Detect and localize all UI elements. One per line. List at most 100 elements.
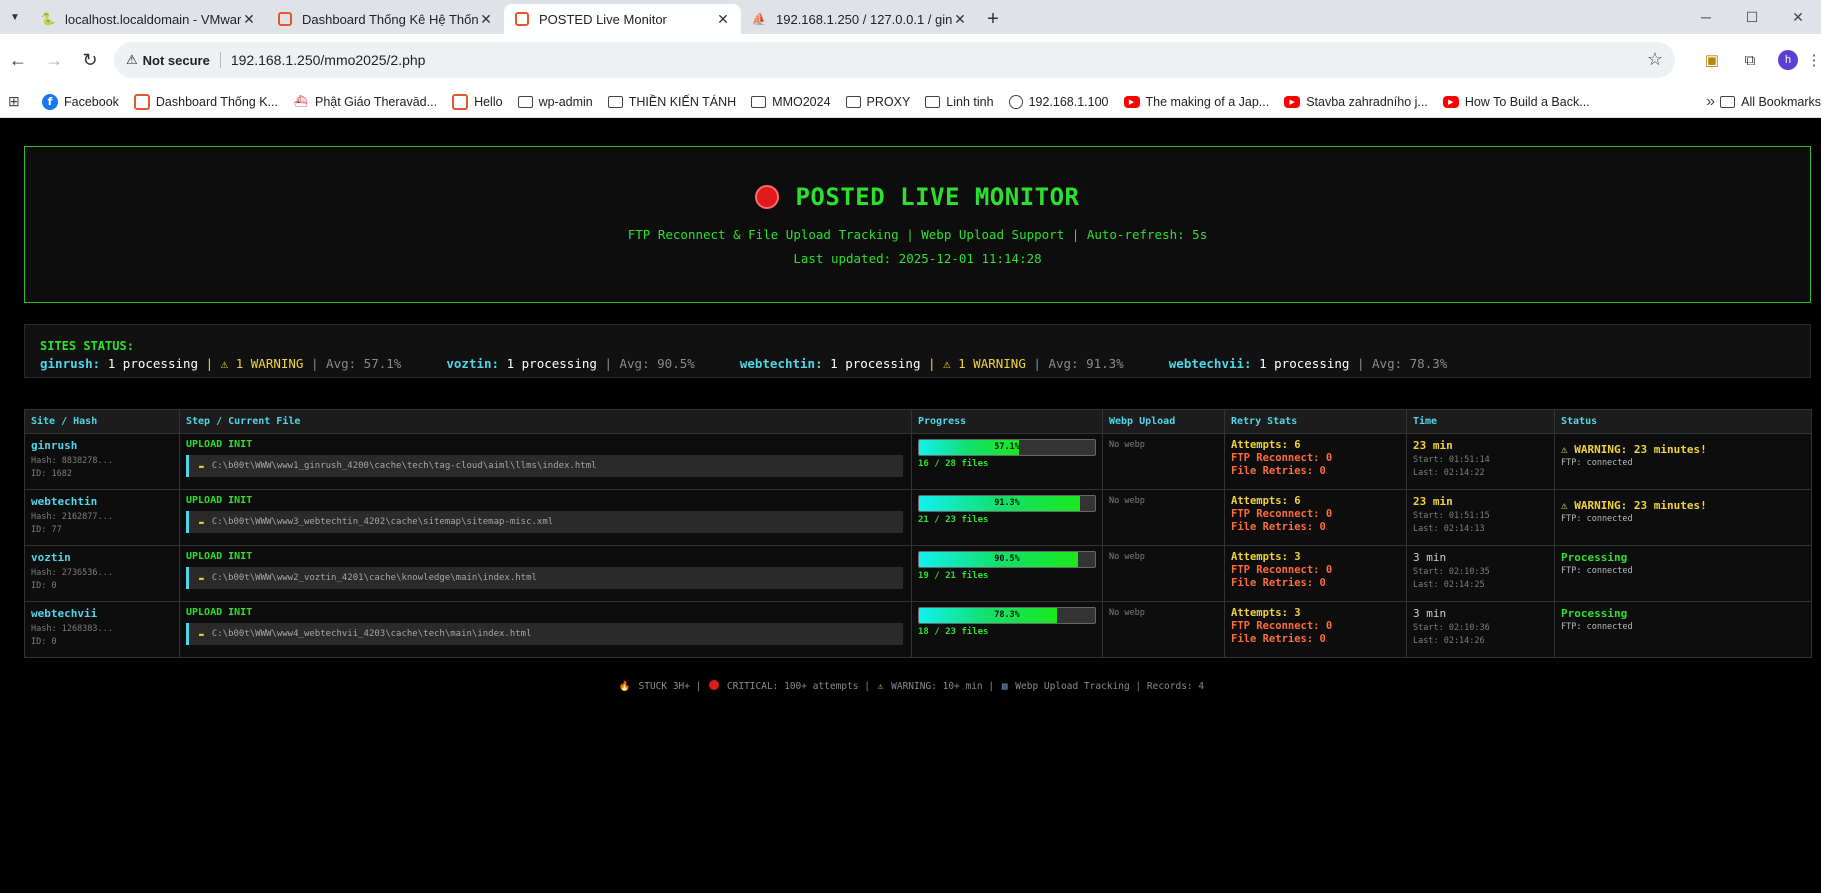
- folder-icon: [1720, 95, 1736, 108]
- security-label[interactable]: Not secure: [143, 53, 210, 68]
- current-file: ▬ C:\b00t\WWW\www3_webtechtin_4202\cache\…: [186, 511, 903, 533]
- close-icon[interactable]: ✕: [478, 11, 494, 28]
- table-row: ginrush Hash: 8838278... ID: 1682 UPLOAD IN…: [24, 433, 1812, 490]
- bookmark-label: Stavba zahradního j...: [1306, 94, 1428, 109]
- url-text[interactable]: 192.168.1.250/mmo2025/2.php: [231, 52, 426, 68]
- ftp-status: FTP: connected: [1561, 622, 1633, 632]
- tab-title: POSTED Live Monitor: [539, 11, 667, 27]
- legend-webp: Webp Upload Tracking: [1015, 681, 1130, 692]
- forward-button[interactable]: →: [36, 42, 72, 78]
- file-retries: File Retries: 0: [1231, 465, 1326, 477]
- all-bookmarks[interactable]: All Bookmarks: [1720, 95, 1821, 109]
- bookmark-item[interactable]: Dashboard Thống K...: [133, 93, 278, 110]
- maximize-icon[interactable]: ☐: [1729, 0, 1775, 34]
- bookmark-item[interactable]: ▶ How To Build a Back...: [1442, 95, 1590, 109]
- close-icon[interactable]: ✕: [952, 11, 968, 28]
- site-status-processing: 1 processing: [506, 356, 597, 371]
- ftp-reconnect: FTP Reconnect: 0: [1231, 452, 1333, 464]
- chevron-down-icon: ▼: [10, 11, 20, 23]
- image-icon: ▧: [1001, 681, 1008, 692]
- back-button[interactable]: ←: [0, 42, 36, 78]
- reload-button[interactable]: ↻: [72, 42, 108, 78]
- bookmark-item[interactable]: ▶ The making of a Jap...: [1123, 95, 1269, 109]
- attempts: Attempts: 3: [1231, 551, 1301, 563]
- current-file: ▬ C:\b00t\WWW\www2_voztin_4201\cache\know…: [186, 567, 903, 589]
- bookmark-item[interactable]: PROXY: [845, 95, 910, 109]
- ftp-reconnect: FTP Reconnect: 0: [1231, 620, 1333, 632]
- globe-icon: [1008, 94, 1023, 109]
- tab-vmware[interactable]: 🐍 localhost.localdomain - VMware ✕: [30, 4, 267, 34]
- bookmark-item[interactable]: 192.168.1.100: [1008, 94, 1109, 109]
- step-cell: UPLOAD INIT ▬ C:\b00t\WWW\www1_ginrush_420…: [179, 433, 912, 490]
- status-text: Processing: [1561, 607, 1628, 620]
- start-time: Start: 01:51:15: [1413, 511, 1490, 521]
- avatar[interactable]: h: [1778, 50, 1798, 70]
- tab-phpmyadmin[interactable]: ⛵ 192.168.1.250 / 127.0.0.1 / ginrush ✕: [741, 4, 978, 34]
- chevron-double-right-icon[interactable]: »: [1706, 93, 1715, 111]
- status-badge: Processing: [1561, 551, 1805, 564]
- tab-search-button[interactable]: ▼: [0, 0, 30, 34]
- bookmark-item[interactable]: MMO2024: [751, 94, 831, 109]
- last-time: Last: 02:14:26: [1413, 636, 1485, 646]
- elapsed-time: 3 min: [1413, 551, 1447, 564]
- sites-status-label: SITES STATUS:: [40, 339, 134, 353]
- divider: |: [988, 681, 1000, 692]
- last-time: Last: 02:14:13: [1413, 524, 1485, 534]
- warning-icon[interactable]: ⚠: [126, 52, 138, 68]
- folder-icon: ▬: [199, 461, 204, 471]
- close-icon[interactable]: ✕: [241, 11, 257, 28]
- tab-posted-live-monitor[interactable]: POSTED Live Monitor ✕: [504, 4, 741, 34]
- bookmark-label: All Bookmarks: [1741, 94, 1821, 109]
- bookmark-item[interactable]: ⛴ Phật Giáo Theravād...: [293, 94, 437, 110]
- tab-dashboard[interactable]: Dashboard Thống Kê Hệ Thống ✕: [267, 4, 504, 34]
- star-icon[interactable]: ☆: [1647, 49, 1663, 70]
- site-cell: webtechtin Hash: 2162877... ID: 77: [24, 489, 180, 546]
- bookmark-item[interactable]: Linh tinh: [925, 95, 994, 109]
- site-status-name: ginrush:: [40, 356, 101, 371]
- minimize-icon[interactable]: ─: [1683, 0, 1729, 34]
- bookmark-label: Dashboard Thống K...: [155, 94, 278, 109]
- site-name[interactable]: webtechtin: [31, 495, 173, 508]
- last-time: Last: 02:14:22: [1413, 468, 1485, 478]
- attempts: Attempts: 6: [1231, 495, 1301, 507]
- retry-cell: Attempts: 6 FTP Reconnect: 0 File Retries:…: [1224, 489, 1407, 546]
- site-name[interactable]: voztin: [31, 551, 173, 564]
- webp-cell: No webp: [1102, 489, 1225, 546]
- site-status-processing: 1 processing: [830, 356, 921, 371]
- site-name[interactable]: ginrush: [31, 439, 173, 452]
- bookmark-item[interactable]: THIỀN KIẾN TÁNH: [607, 95, 736, 109]
- apps-grid-icon[interactable]: ⊞: [8, 93, 28, 110]
- bookmark-label: MMO2024: [772, 94, 831, 109]
- step-label: UPLOAD INIT: [186, 439, 253, 450]
- close-window-icon[interactable]: ✕: [1775, 0, 1821, 34]
- red-circle-icon: [709, 680, 720, 690]
- new-tab-button[interactable]: +: [978, 4, 1008, 34]
- site-id: ID: 0: [31, 637, 57, 647]
- bookmark-item[interactable]: Hello: [452, 93, 503, 110]
- extension-icon[interactable]: ▣: [1693, 51, 1731, 69]
- status-cell: Processing FTP: connected: [1554, 545, 1812, 602]
- close-icon[interactable]: ✕: [715, 11, 731, 28]
- bookmark-label: wp-admin: [538, 94, 593, 109]
- bookmark-label: Hello: [474, 94, 503, 109]
- bookmark-item[interactable]: wp-admin: [517, 94, 593, 109]
- address-bar[interactable]: ⚠ Not secure 192.168.1.250/mmo2025/2.php…: [114, 42, 1675, 78]
- bookmark-label: Facebook: [64, 94, 119, 109]
- more-menu-icon[interactable]: ⋮: [1807, 51, 1821, 69]
- bookmark-item[interactable]: ▶ Stavba zahradního j...: [1284, 95, 1428, 109]
- webp-status: No webp: [1109, 440, 1145, 450]
- bookmark-item[interactable]: f Facebook: [42, 93, 119, 110]
- records-count: Records: 4: [1146, 681, 1205, 692]
- start-time: Start: 02:10:36: [1413, 623, 1490, 633]
- table-row: webtechtin Hash: 2162877... ID: 77 UPLOAD I…: [24, 489, 1812, 546]
- file-path: C:\b00t\WWW\www4_webtechvii_4203\cache\t…: [211, 629, 532, 639]
- site-name[interactable]: webtechvii: [31, 607, 173, 620]
- youtube-icon: ▶: [1442, 95, 1459, 108]
- puzzle-icon[interactable]: ⧉: [1731, 52, 1769, 69]
- warning-icon: ⚠: [877, 681, 884, 692]
- xampp-icon: [514, 11, 530, 27]
- site-hash: Hash: 1268383...: [31, 624, 113, 634]
- folder-icon: ▬: [199, 573, 204, 583]
- progress-bar: 78.3%: [918, 607, 1096, 624]
- monitor-header: POSTED LIVE MONITOR FTP Reconnect & File…: [24, 146, 1811, 303]
